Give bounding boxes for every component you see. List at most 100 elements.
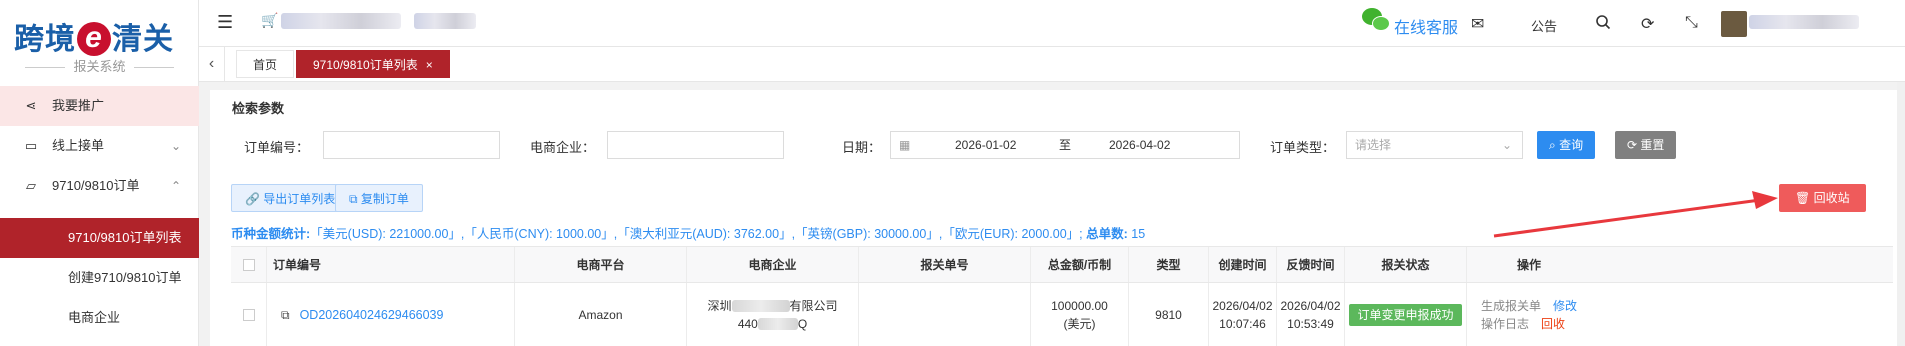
search-section-title: 检索参数 <box>232 101 285 116</box>
sidebar-item-label: 我要推广 <box>52 98 105 113</box>
notice-link[interactable]: 公告 <box>1531 16 1557 35</box>
table-header-row: 订单编号 电商平台 电商企业 报关单号 总金额/币制 类型 创建时间 反馈时间 … <box>231 247 1893 283</box>
column-header: 电商平台 <box>515 247 687 282</box>
stats-text: 「美元(USD): 221000.00」,「人民币(CNY): 1000.00」… <box>310 227 1083 241</box>
online-service-link[interactable]: 在线客服 <box>1394 14 1458 38</box>
date-range-picker[interactable]: ▦ 2026-01-02 至 2026-04-02 <box>890 131 1240 159</box>
sidebar-item-9710-orders[interactable]: ▱ 9710/9810订单 ⌃ <box>0 166 199 206</box>
logo-brand: 跨境 e 清关 <box>14 14 174 58</box>
link-icon: 🔗 <box>245 192 260 206</box>
account-extra-redacted <box>414 13 476 29</box>
column-header: 报关单号 <box>859 247 1031 282</box>
table-row: ⧉ OD202604024629466039 Amazon 深圳 有限公司 440… <box>231 283 1893 346</box>
order-no-cell: ⧉ OD202604024629466039 <box>267 283 515 346</box>
order-no-label: 订单编号： <box>244 140 310 155</box>
wechat-icon[interactable] <box>1362 8 1390 32</box>
edit-link[interactable]: 修改 <box>1553 299 1577 313</box>
total-count-value: 15 <box>1131 227 1146 241</box>
copy-icon: ⧉ <box>349 192 358 206</box>
reset-button[interactable]: ⟳ 重置 <box>1615 131 1677 159</box>
order-type-select[interactable]: 请选择 ⌄ <box>1346 131 1523 159</box>
hamburger-icon[interactable]: ☰ <box>217 12 233 33</box>
column-header: 总金额/币制 <box>1031 247 1129 282</box>
top-header: ☰ 🛒 在线客服 ✉ 公告 ⟳ ⤡ <box>199 0 1905 47</box>
column-header: 电商企业 <box>687 247 859 282</box>
operations-line: 生成报关单 修改 <box>1481 297 1577 315</box>
select-all-checkbox[interactable] <box>231 247 267 282</box>
sidebar-item-online-orders[interactable]: ▭ 线上接单 ⌄ <box>0 126 199 166</box>
tab-home[interactable]: 首页 <box>236 50 295 78</box>
folder-icon: ▭ <box>24 138 38 153</box>
status-cell: 订单变更申报成功 <box>1345 283 1467 346</box>
search-icon: ⌕ <box>1549 138 1556 152</box>
operations-list: 生成报关单 修改 操作日志 回收 <box>1481 297 1577 333</box>
date-label: 日期： <box>842 140 882 155</box>
username-redacted[interactable] <box>1749 15 1859 29</box>
sidebar: ⋖ 我要推广 ▭ 线上接单 ⌄ ▱ 9710/9810订单 ⌃ 9710/9810订单… <box>0 82 199 346</box>
operations-cell: 生成报关单 修改 操作日志 回收 <box>1467 283 1591 346</box>
amount-cell: 100000.00 (美元) <box>1031 283 1129 346</box>
company-code-redacted <box>757 318 798 331</box>
created-time-cell: 2026/04/02 10:07:46 <box>1209 283 1277 346</box>
logo-e-mark: e <box>77 22 111 56</box>
feedback-date: 2026/04/02 <box>1280 298 1341 313</box>
column-header: 报关状态 <box>1345 247 1467 282</box>
tab-bar: ‹ 首页 9710/9810订单列表 × <box>199 47 1905 82</box>
tab-scroll-left-icon[interactable]: ‹ <box>199 47 225 81</box>
tab-order-list[interactable]: 9710/9810订单列表 × <box>296 50 450 78</box>
share-icon: ⋖ <box>25 98 37 113</box>
export-order-list-button[interactable]: 🔗 导出订单列表 <box>231 184 350 212</box>
platform-cell: Amazon <box>515 283 687 346</box>
mail-icon[interactable]: ✉ <box>1471 14 1484 34</box>
chevron-down-icon: ⌄ <box>1501 138 1512 152</box>
sidebar-subitem-ecommerce-company[interactable]: 电商企业 <box>0 298 199 338</box>
sidebar-item-promote[interactable]: ⋖ 我要推广 <box>0 86 199 126</box>
row-checkbox[interactable] <box>231 283 267 346</box>
account-name-redacted <box>281 13 401 29</box>
scrollbar[interactable] <box>1897 82 1905 346</box>
sidebar-subitem-create-order[interactable]: 创建9710/9810订单 <box>0 258 199 298</box>
order-type-label: 订单类型： <box>1270 140 1336 155</box>
company-code: 440 Q <box>737 316 808 331</box>
feedback-time-cell: 2026/04/02 10:53:49 <box>1277 283 1345 346</box>
refresh-icon[interactable]: ⟳ <box>1641 14 1654 34</box>
created-time: 10:07:46 <box>1219 316 1266 331</box>
company-label: 电商企业： <box>530 140 596 155</box>
date-separator: 至 <box>1059 138 1072 152</box>
export-button-label: 导出订单列表 <box>263 192 336 206</box>
company-cell: 深圳 有限公司 440 Q <box>687 283 859 346</box>
annotation-arrow <box>1493 191 1778 238</box>
generate-declaration-link[interactable]: 生成报关单 <box>1481 299 1541 313</box>
sidebar-item-label: 9710/9810订单 <box>52 178 140 193</box>
chevron-up-icon: ⌃ <box>170 179 181 193</box>
order-no-link[interactable]: OD202604024629466039 <box>300 306 444 324</box>
avatar[interactable] <box>1721 11 1747 37</box>
created-date: 2026/04/02 <box>1212 298 1273 313</box>
fullscreen-icon[interactable]: ⤡ <box>1685 14 1698 32</box>
tab-order-list-label: 9710/9810订单列表 <box>313 58 418 72</box>
date-to-value: 2026-04-02 <box>1109 138 1171 152</box>
operations-line: 操作日志 回收 <box>1481 315 1577 333</box>
date-from-value: 2026-01-02 <box>955 138 1017 152</box>
query-button[interactable]: ⌕ 查询 <box>1537 131 1596 159</box>
status-badge: 订单变更申报成功 <box>1349 303 1462 326</box>
calendar-icon: ▦ <box>899 138 911 152</box>
type-cell: 9810 <box>1129 283 1209 346</box>
operation-log-link[interactable]: 操作日志 <box>1481 317 1529 331</box>
column-header: 创建时间 <box>1209 247 1277 282</box>
copy-button-label: 复制订单 <box>360 192 409 206</box>
chevron-down-icon: ⌄ <box>170 139 181 153</box>
copy-icon[interactable]: ⧉ <box>281 306 290 324</box>
currency-stats: 币种金额统计:「美元(USD): 221000.00」,「人民币(CNY): 1… <box>231 223 1145 242</box>
close-icon[interactable]: × <box>426 58 433 72</box>
company-input[interactable] <box>607 131 784 159</box>
sidebar-subitem-order-list[interactable]: 9710/9810订单列表 <box>0 218 199 258</box>
recycle-link[interactable]: 回收 <box>1541 317 1565 331</box>
currency-value: (美元) <box>1063 316 1096 331</box>
search-icon[interactable] <box>1595 14 1611 35</box>
order-no-input[interactable] <box>323 131 500 159</box>
reset-button-label: 重置 <box>1640 138 1665 152</box>
copy-order-button[interactable]: ⧉ 复制订单 <box>335 184 423 212</box>
logo-name-right: 清关 <box>112 23 174 56</box>
column-header: 操作 <box>1516 257 1541 272</box>
